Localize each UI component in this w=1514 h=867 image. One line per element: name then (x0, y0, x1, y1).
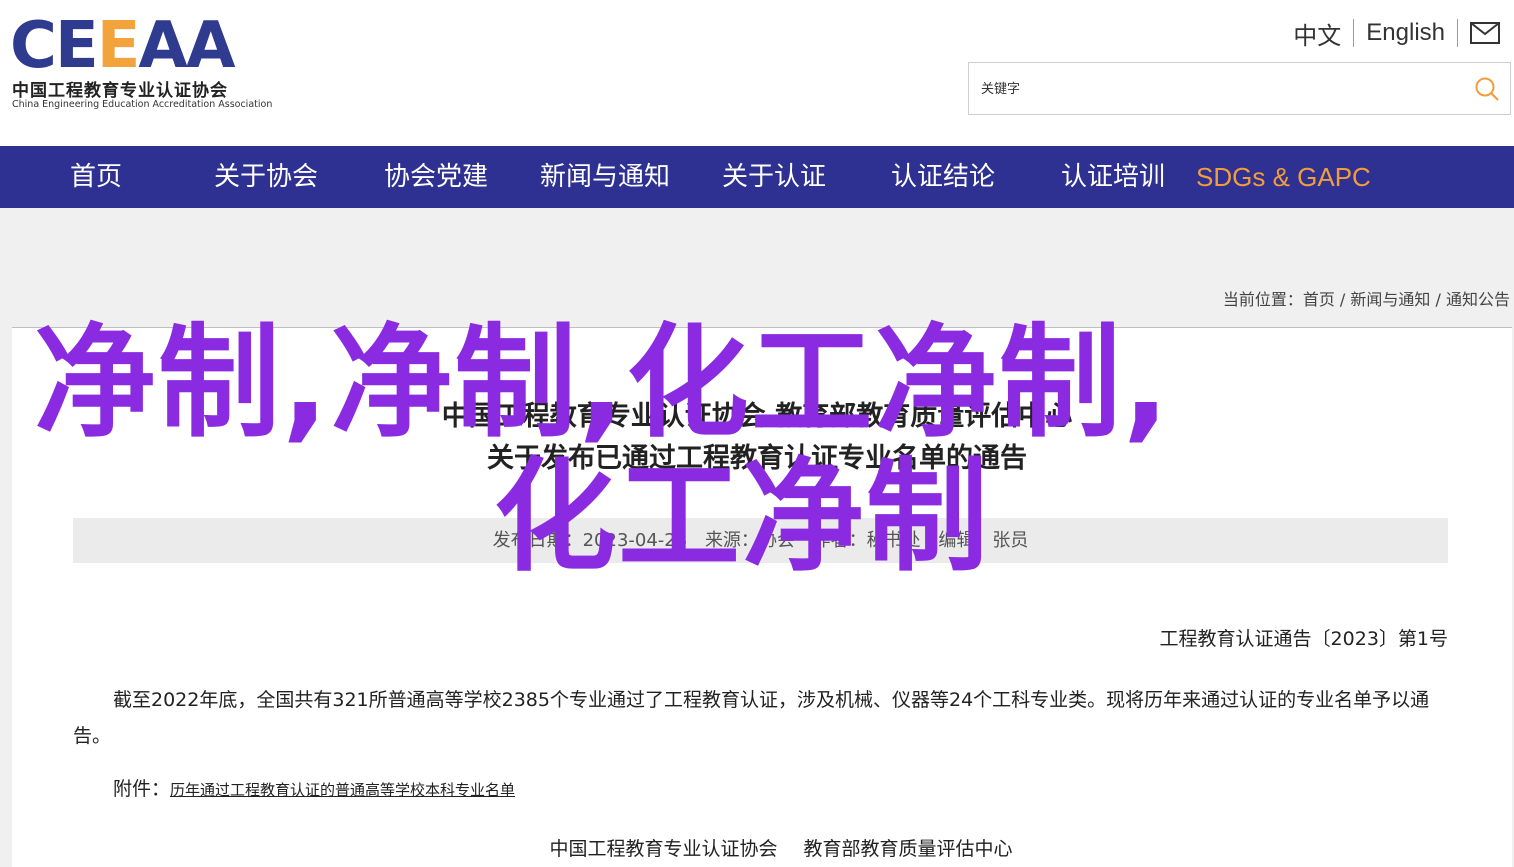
article-paragraph: 截至2022年底，全国共有321所普通高等学校2385个专业通过了工程教育认证，… (73, 689, 1430, 747)
nav-item-about[interactable]: 关于协会 (214, 146, 318, 208)
nav-item-home[interactable]: 首页 (70, 146, 122, 208)
lang-chinese-link[interactable]: 中文 (1293, 16, 1341, 51)
breadcrumb-prefix: 当前位置： (1222, 290, 1303, 309)
logo-mark: CEEAA (10, 9, 235, 83)
breadcrumb-notices[interactable]: 通知公告 (1446, 290, 1510, 309)
lang-divider (1353, 19, 1355, 47)
logo-chinese-name: 中国工程教育专业认证协会 (12, 81, 228, 101)
lang-english-link[interactable]: English (1366, 19, 1445, 47)
mail-icon[interactable] (1470, 22, 1500, 44)
breadcrumb: 当前位置：首页 / 新闻与通知 / 通知公告 (1223, 286, 1510, 310)
signature-org-2: 教育部教育质量评估中心 (803, 838, 1013, 860)
breadcrumb-news[interactable]: 新闻与通知 (1350, 290, 1430, 309)
main-nav: 首页 关于协会 协会党建 新闻与通知 关于认证 认证结论 认证培训 SDGs &… (0, 146, 1514, 208)
breadcrumb-sep: / (1430, 290, 1446, 309)
breadcrumb-sep: / (1334, 290, 1351, 309)
logo-english-name: China Engineering Education Accreditatio… (12, 99, 273, 110)
nav-item-party[interactable]: 协会党建 (384, 146, 488, 208)
nav-item-results[interactable]: 认证结论 (891, 146, 995, 208)
overlay-text-line1: 净制,净制,化工净制, (34, 312, 1172, 454)
nav-item-news[interactable]: 新闻与通知 (540, 146, 670, 208)
site-header: CEEAA 中国工程教育专业认证协会 China Engineering Edu… (0, 0, 1514, 146)
overlay-text-line2: 化工净制 (494, 446, 990, 588)
search-input[interactable] (981, 77, 1451, 101)
signature-org-1: 中国工程教育专业认证协会 (549, 838, 778, 860)
lang-divider-2 (1457, 19, 1458, 47)
document-number: 工程教育认证通告〔2023〕第1号 (1159, 628, 1448, 650)
article-signature: 中国工程教育专业认证协会 教育部教育质量评估中心 (0, 834, 1514, 861)
nav-item-training[interactable]: 认证培训 (1061, 146, 1165, 208)
attachment-label: 附件： (113, 778, 171, 800)
nav-item-sdgs[interactable]: SDGs & GAPC (1196, 146, 1371, 208)
attachment-link[interactable]: 历年通过工程教育认证的普通高等学校本科专业名单 (170, 781, 515, 799)
search-icon[interactable] (1474, 76, 1500, 102)
nav-item-accreditation[interactable]: 关于认证 (722, 146, 826, 208)
language-switcher: 中文 English (1293, 16, 1500, 50)
attachment-row: 附件：历年通过工程教育认证的普通高等学校本科专业名单 (113, 774, 515, 801)
site-logo[interactable]: CEEAA 中国工程教育专业认证协会 China Engineering Edu… (10, 9, 273, 114)
breadcrumb-home[interactable]: 首页 (1303, 290, 1335, 309)
search-box (968, 62, 1511, 115)
